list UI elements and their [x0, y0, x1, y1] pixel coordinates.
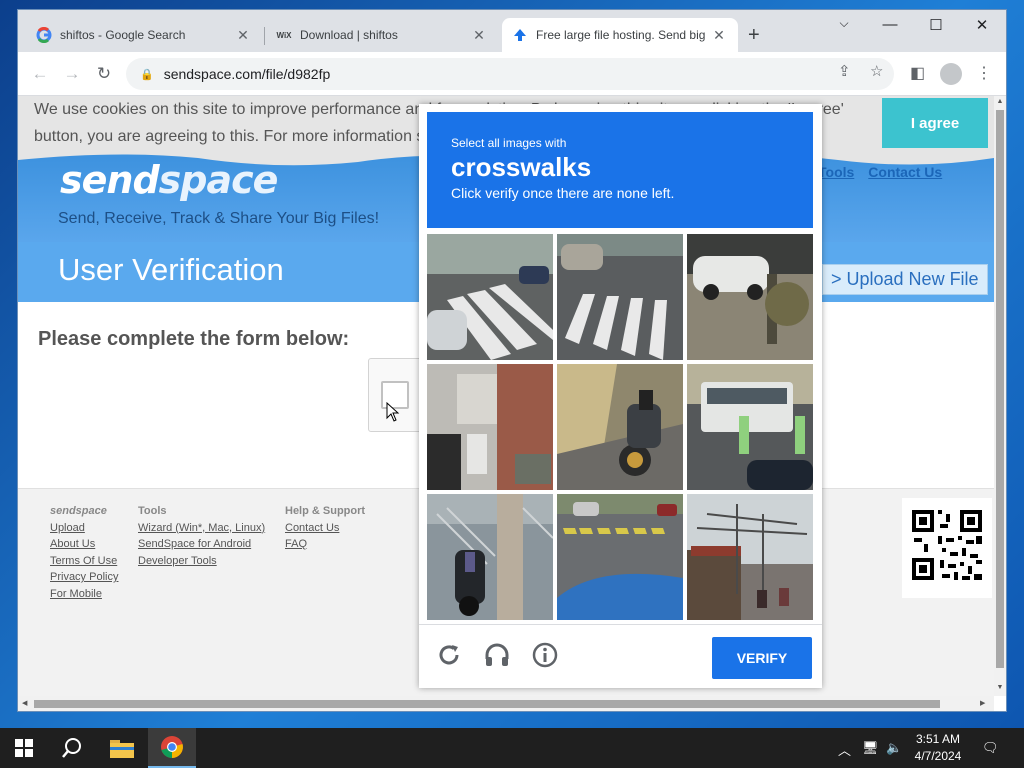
bookmark-star-icon[interactable]: ☆: [870, 62, 883, 80]
tab-close-icon[interactable]: ✕: [470, 27, 488, 44]
footer-col-tools: Tools Wizard (Win*, Mac, Linux) SendSpac…: [138, 503, 265, 569]
reload-icon[interactable]: ↻: [92, 64, 116, 84]
tab-strip: shiftos - Google Search ✕ WiX Download |…: [18, 10, 1006, 52]
captcha-tile-crosswalk-yellow[interactable]: [557, 494, 683, 620]
taskbar: ︿ 🖥 🔈 3:51 AM 4/7/2024 🗨: [0, 728, 1024, 768]
captcha-tile-crosswalk-road[interactable]: [557, 234, 683, 360]
scroll-thumb[interactable]: [34, 700, 940, 708]
forward-icon[interactable]: →: [60, 64, 84, 84]
file-explorer-icon[interactable]: [98, 728, 146, 768]
tab-divider: [264, 27, 265, 45]
audio-headphones-icon[interactable]: [483, 641, 511, 669]
footer-link-android[interactable]: SendSpace for Android: [138, 536, 265, 553]
minimize-icon[interactable]: —: [870, 16, 910, 33]
clock-time: 3:51 AM: [915, 732, 961, 746]
sendspace-logo[interactable]: sendspace: [60, 158, 279, 202]
footer-link-faq[interactable]: FAQ: [285, 536, 365, 553]
chrome-taskbar-icon[interactable]: [148, 728, 196, 768]
nav-tools-link[interactable]: Tools: [818, 164, 854, 180]
captcha-tile-building-alley[interactable]: [427, 364, 553, 490]
agree-button[interactable]: I agree: [882, 98, 988, 148]
scroll-left-icon[interactable]: ◀: [22, 699, 27, 707]
address-bar[interactable]: 🔒 sendspace.com/file/d982fp: [126, 58, 894, 90]
nav-contact-link[interactable]: Contact Us: [868, 164, 942, 180]
verify-button[interactable]: VERIFY: [712, 637, 812, 679]
vertical-scrollbar[interactable]: ▲ ▼: [994, 96, 1006, 696]
close-window-icon[interactable]: ✕: [962, 16, 1002, 34]
mouse-cursor-icon: [386, 401, 400, 427]
footer-link-developer[interactable]: Developer Tools: [138, 553, 265, 570]
info-icon[interactable]: [531, 641, 559, 669]
tab-close-icon[interactable]: ✕: [710, 27, 728, 44]
captcha-header: Select all images with crosswalks Click …: [427, 112, 813, 228]
captcha-tile-bus-street[interactable]: [687, 364, 813, 490]
tab-sendspace[interactable]: Free large file hosting. Send big ✕: [502, 18, 738, 52]
system-clock[interactable]: 3:51 AM 4/7/2024: [908, 731, 968, 765]
wix-icon: WiX: [276, 30, 292, 40]
search-icon[interactable]: [48, 728, 96, 768]
footer-link-wizard[interactable]: Wizard (Win*, Mac, Linux): [138, 520, 265, 537]
url-text: sendspace.com/file/d982fp: [163, 66, 331, 82]
captcha-tile-motorcycle-sidewalk[interactable]: [557, 364, 683, 490]
start-windows-icon[interactable]: [0, 728, 48, 768]
clock-date: 4/7/2024: [914, 749, 962, 763]
network-icon[interactable]: 🖥: [862, 740, 879, 756]
scroll-down-icon[interactable]: ▼: [994, 684, 1006, 691]
scroll-thumb[interactable]: [996, 110, 1004, 668]
captcha-tile-street-market[interactable]: [687, 494, 813, 620]
reload-challenge-icon[interactable]: [435, 641, 463, 669]
scroll-right-icon[interactable]: ▶: [980, 699, 985, 707]
tab-close-icon[interactable]: ✕: [234, 27, 252, 44]
tab-title: shiftos - Google Search: [60, 28, 186, 42]
footer-col-sendspace: sendspace Upload About Us Terms Of Use P…: [50, 503, 118, 602]
google-g-icon: [36, 27, 52, 43]
logo-part-send: send: [60, 158, 160, 202]
captcha-instruction: Click verify once there are none left.: [451, 185, 675, 201]
footer-link-contact[interactable]: Contact Us: [285, 520, 365, 537]
new-tab-icon[interactable]: +: [748, 24, 760, 47]
captcha-tile-crosswalk-street[interactable]: [427, 234, 553, 360]
footer-link-terms[interactable]: Terms Of Use: [50, 553, 118, 570]
captcha-tile-parked-car-yard[interactable]: [687, 234, 813, 360]
tab-download-shiftos[interactable]: WiX Download | shiftos ✕: [266, 18, 498, 52]
browser-toolbar: ← → ↻ 🔒 sendspace.com/file/d982fp ⇪ ☆ ◧ …: [18, 52, 1006, 96]
captcha-target: crosswalks: [451, 152, 592, 182]
footer-col-help: Help & Support Contact Us FAQ: [285, 503, 365, 553]
tab-search-chevron-icon[interactable]: ⌵: [824, 16, 864, 31]
captcha-footer: VERIFY: [419, 624, 822, 688]
footer-link-upload[interactable]: Upload: [50, 520, 118, 537]
upload-new-file-button[interactable]: > Upload New File: [822, 264, 988, 295]
captcha-challenge: Select all images with crosswalks Click …: [419, 104, 822, 688]
tab-google-search[interactable]: shiftos - Google Search ✕: [26, 18, 262, 52]
footer-heading: Help & Support: [285, 505, 366, 517]
tab-title: Download | shiftos: [300, 28, 398, 42]
footer-heading: sendspace: [50, 505, 107, 517]
menu-kebab-icon[interactable]: ⋮: [976, 63, 992, 83]
back-icon[interactable]: ←: [28, 64, 52, 84]
footer-link-privacy[interactable]: Privacy Policy: [50, 569, 118, 586]
side-panel-icon[interactable]: ◧: [910, 63, 925, 83]
footer-link-mobile[interactable]: For Mobile: [50, 586, 118, 603]
lock-icon: 🔒: [140, 68, 154, 81]
footer-heading: Tools: [138, 505, 167, 517]
top-nav: Tools Contact Us: [818, 164, 942, 180]
form-heading: Please complete the form below:: [38, 328, 350, 350]
section-title: User Verification: [58, 252, 284, 287]
logo-part-space: space: [158, 158, 279, 202]
tab-title: Free large file hosting. Send big: [536, 28, 706, 42]
captcha-subtitle: Select all images with: [451, 136, 567, 150]
profile-avatar-icon[interactable]: [940, 63, 962, 85]
sendspace-arrow-icon: [512, 27, 528, 43]
show-hidden-icons-chevron[interactable]: ︿: [838, 740, 851, 759]
notifications-icon[interactable]: 🗨: [982, 740, 999, 756]
footer-link-about[interactable]: About Us: [50, 536, 118, 553]
volume-muted-icon[interactable]: 🔈: [886, 740, 902, 756]
maximize-icon[interactable]: ☐: [916, 16, 956, 34]
share-icon[interactable]: ⇪: [838, 62, 851, 80]
horizontal-scrollbar[interactable]: ◀ ▶: [18, 696, 994, 711]
qr-code-icon: [902, 498, 992, 598]
captcha-tile-motorcycle-tree[interactable]: [427, 494, 553, 620]
scroll-up-icon[interactable]: ▲: [994, 98, 1006, 105]
tagline: Send, Receive, Track & Share Your Big Fi…: [58, 210, 380, 227]
